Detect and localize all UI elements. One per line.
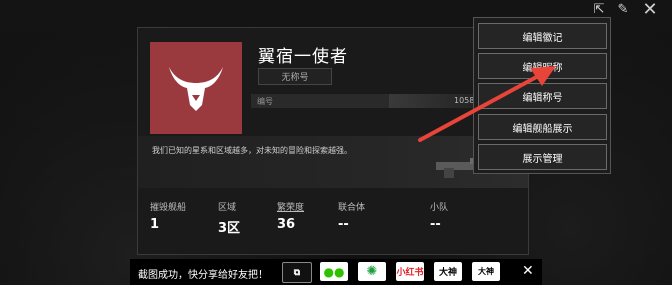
stat-label[interactable]: 繁荣度 bbox=[277, 200, 304, 213]
top-toolbar: ⇱ ✎ ✕ bbox=[590, 0, 672, 20]
id-bar bbox=[251, 94, 481, 108]
edit-nickname-button[interactable]: 编辑昵称 bbox=[478, 53, 607, 79]
description-text: 我们已知的星系和区域越多，对未知的冒险和探索越强。 bbox=[152, 146, 352, 155]
edit-icon[interactable]: ✎ bbox=[614, 0, 632, 18]
edit-emblem-button[interactable]: 编辑徽记 bbox=[478, 23, 607, 49]
wechat-icon[interactable]: ●● bbox=[320, 262, 348, 281]
stat-alliance: 联合体 -- bbox=[338, 200, 365, 232]
bull-emblem-icon bbox=[169, 67, 223, 111]
stat-value: -- bbox=[338, 217, 349, 232]
share-bar: 截图成功，快分享给好友把！ ⧉ ●● ✺ 小红书 大神 大神 ✕ bbox=[130, 259, 542, 285]
share-message: 截图成功，快分享给好友把！ bbox=[138, 270, 268, 281]
stat-value: 1 bbox=[150, 217, 160, 232]
xiaohongshu-button[interactable]: 小红书 bbox=[396, 262, 424, 281]
edit-ship-display-button[interactable]: 编辑舰船展示 bbox=[478, 114, 607, 140]
id-label: 编号 bbox=[257, 97, 273, 106]
profile-card: 翼宿一使者 无称号 编号 1058 我们已知的星系和区域越多，对未知的冒险和探索… bbox=[137, 27, 529, 255]
emblem bbox=[150, 42, 242, 134]
display-management-button[interactable]: 展示管理 bbox=[478, 144, 607, 170]
moments-icon[interactable]: ✺ bbox=[358, 262, 386, 281]
edit-title-button[interactable]: 编辑称号 bbox=[478, 83, 607, 109]
stat-value: -- bbox=[430, 217, 441, 232]
dashen-game-button[interactable]: 大神 bbox=[472, 262, 500, 281]
stat-label: 区域 bbox=[218, 203, 237, 213]
id-value: 1058 bbox=[454, 96, 475, 105]
edit-menu: 编辑徽记 编辑昵称 编辑称号 编辑舰船展示 展示管理 bbox=[473, 17, 611, 174]
stat-zone: 区域 3区 bbox=[218, 200, 240, 236]
stat-prosperity[interactable]: 繁荣度 36 bbox=[277, 200, 304, 232]
dashen-label: 大神 bbox=[478, 266, 494, 276]
stat-ships: 摧毁舰船 1 bbox=[150, 200, 186, 232]
close-icon[interactable]: ✕ bbox=[638, 0, 662, 20]
stat-value: 36 bbox=[277, 217, 296, 232]
stat-label: 摧毁舰船 bbox=[150, 203, 187, 213]
screenshot-icon[interactable]: ⧉ bbox=[282, 262, 312, 283]
player-name: 翼宿一使者 bbox=[258, 47, 348, 67]
stat-squad: 小队 -- bbox=[430, 200, 448, 232]
stat-value: 3区 bbox=[218, 221, 241, 236]
close-share-button[interactable]: ✕ bbox=[522, 263, 534, 279]
title-badge: 无称号 bbox=[258, 68, 332, 85]
stat-label: 小队 bbox=[430, 203, 449, 213]
share-icon[interactable]: ⇱ bbox=[590, 0, 608, 18]
dashen-button[interactable]: 大神 bbox=[434, 262, 462, 281]
stat-label: 联合体 bbox=[338, 203, 366, 213]
